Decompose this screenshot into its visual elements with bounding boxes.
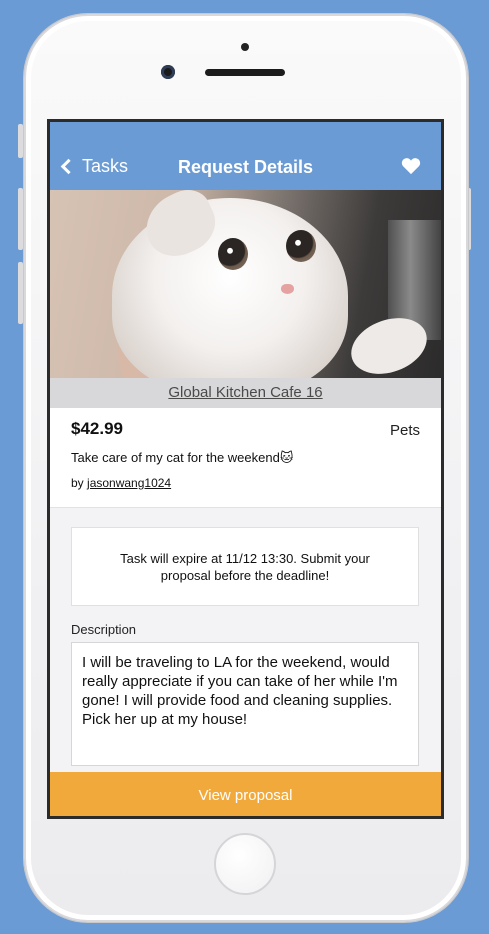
page-title: Request Details xyxy=(177,157,314,177)
app-screen: Tasks Request Details Global Kitchen Caf… xyxy=(47,119,444,819)
location-bar: Global Kitchen Cafe 16 xyxy=(50,378,441,408)
task-author: by jasonwang1024 xyxy=(71,476,171,490)
description-text: I will be traveling to LA for the weeken… xyxy=(71,642,419,766)
volume-up-button xyxy=(18,188,23,250)
task-category: Pets xyxy=(389,422,420,439)
heart-icon[interactable] xyxy=(401,157,421,175)
navigation-bar: Tasks Request Details xyxy=(50,122,441,190)
task-photo xyxy=(50,190,441,378)
task-summary: $42.99 Pets Take care of my cat for the … xyxy=(50,408,441,508)
task-price: $42.99 xyxy=(71,419,123,438)
volume-down-button xyxy=(18,262,23,324)
author-link[interactable]: jasonwang1024 xyxy=(87,476,171,490)
earpiece-speaker xyxy=(205,69,285,76)
view-proposal-button[interactable]: View proposal xyxy=(50,772,441,816)
task-title: Take care of my cat for the weekend🐱 xyxy=(71,450,294,465)
description-label: Description xyxy=(71,622,137,637)
location-link[interactable]: Global Kitchen Cafe 16 xyxy=(168,384,322,401)
mute-switch xyxy=(18,124,23,158)
expiration-notice: Task will expire at 11/12 13:30. Submit … xyxy=(71,527,419,606)
home-button[interactable] xyxy=(214,833,276,895)
author-prefix: by xyxy=(71,476,84,490)
front-camera xyxy=(161,65,175,79)
proximity-sensor xyxy=(241,43,249,51)
